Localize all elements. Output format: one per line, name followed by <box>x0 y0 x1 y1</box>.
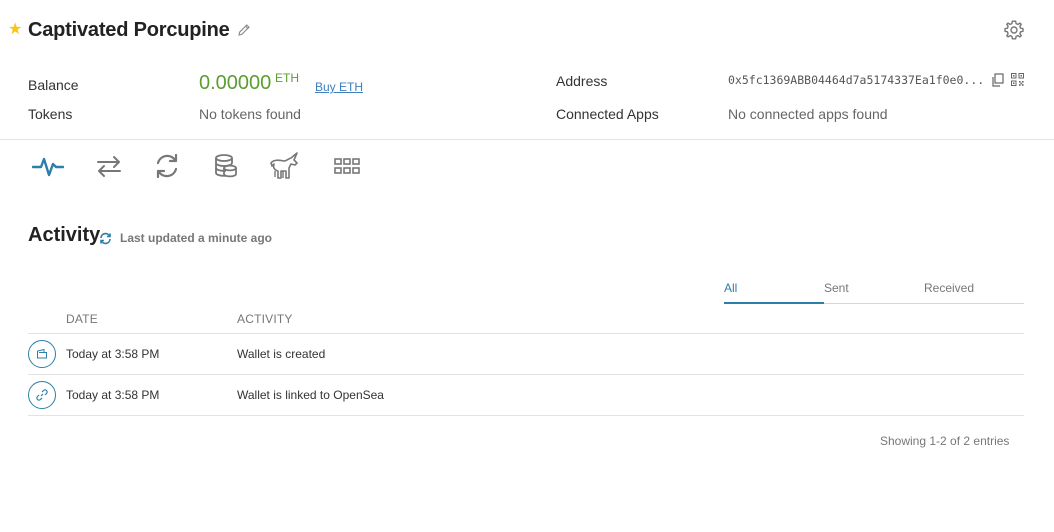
wallet-name: Captivated Porcupine <box>28 18 230 41</box>
active-tab-indicator <box>724 302 824 304</box>
opensea-unicorn-icon[interactable] <box>268 150 302 182</box>
table-header-divider <box>28 333 1024 334</box>
wallet-header: ★ Captivated Porcupine <box>8 14 252 46</box>
address-value: 0x5fc1369ABB04464d7a5174337Ea1f0e0... <box>728 73 985 87</box>
activity-title: Activity <box>28 224 101 246</box>
tokens-label: Tokens <box>28 106 73 122</box>
column-header-activity: ACTIVITY <box>237 312 293 326</box>
connected-apps-label: Connected Apps <box>556 106 659 122</box>
balance-label: Balance <box>28 77 79 93</box>
connected-apps-value: No connected apps found <box>728 106 888 122</box>
last-updated-text: Last updated a minute ago <box>120 231 273 245</box>
buy-eth-link[interactable]: Buy ETH <box>315 80 363 94</box>
star-icon[interactable]: ★ <box>8 22 24 38</box>
qr-code-icon[interactable] <box>1011 73 1024 86</box>
row-divider <box>28 415 1024 416</box>
row-activity: Wallet is created <box>237 347 326 361</box>
balance-value: 0.00000 <box>199 72 272 94</box>
copy-icon[interactable] <box>991 73 1005 87</box>
row-divider <box>28 374 1024 375</box>
transfer-icon[interactable] <box>92 150 126 182</box>
balance-unit: ETH <box>275 71 299 85</box>
address-label: Address <box>556 73 608 89</box>
activity-filter-tabs: All Sent Received <box>724 280 1024 304</box>
pencil-edit-icon[interactable] <box>236 22 252 38</box>
swap-icon[interactable] <box>150 150 184 182</box>
row-activity: Wallet is linked to OpenSea <box>237 388 384 402</box>
tab-sent[interactable]: Sent <box>824 281 849 295</box>
apps-grid-icon[interactable] <box>330 150 364 182</box>
coins-icon[interactable] <box>208 150 242 182</box>
row-date: Today at 3:58 PM <box>66 388 160 402</box>
tab-received[interactable]: Received <box>924 281 974 295</box>
link-icon <box>28 381 56 409</box>
tokens-value: No tokens found <box>199 106 301 122</box>
wallet-icon <box>28 340 56 368</box>
entries-count: Showing 1-2 of 2 entries <box>880 434 1010 448</box>
tab-all[interactable]: All <box>724 281 737 295</box>
refresh-icon[interactable] <box>99 232 112 245</box>
column-header-date: DATE <box>66 312 98 326</box>
row-date: Today at 3:58 PM <box>66 347 160 361</box>
activity-icon[interactable] <box>31 150 65 182</box>
gear-icon[interactable] <box>1002 18 1026 42</box>
section-divider <box>0 139 1054 140</box>
